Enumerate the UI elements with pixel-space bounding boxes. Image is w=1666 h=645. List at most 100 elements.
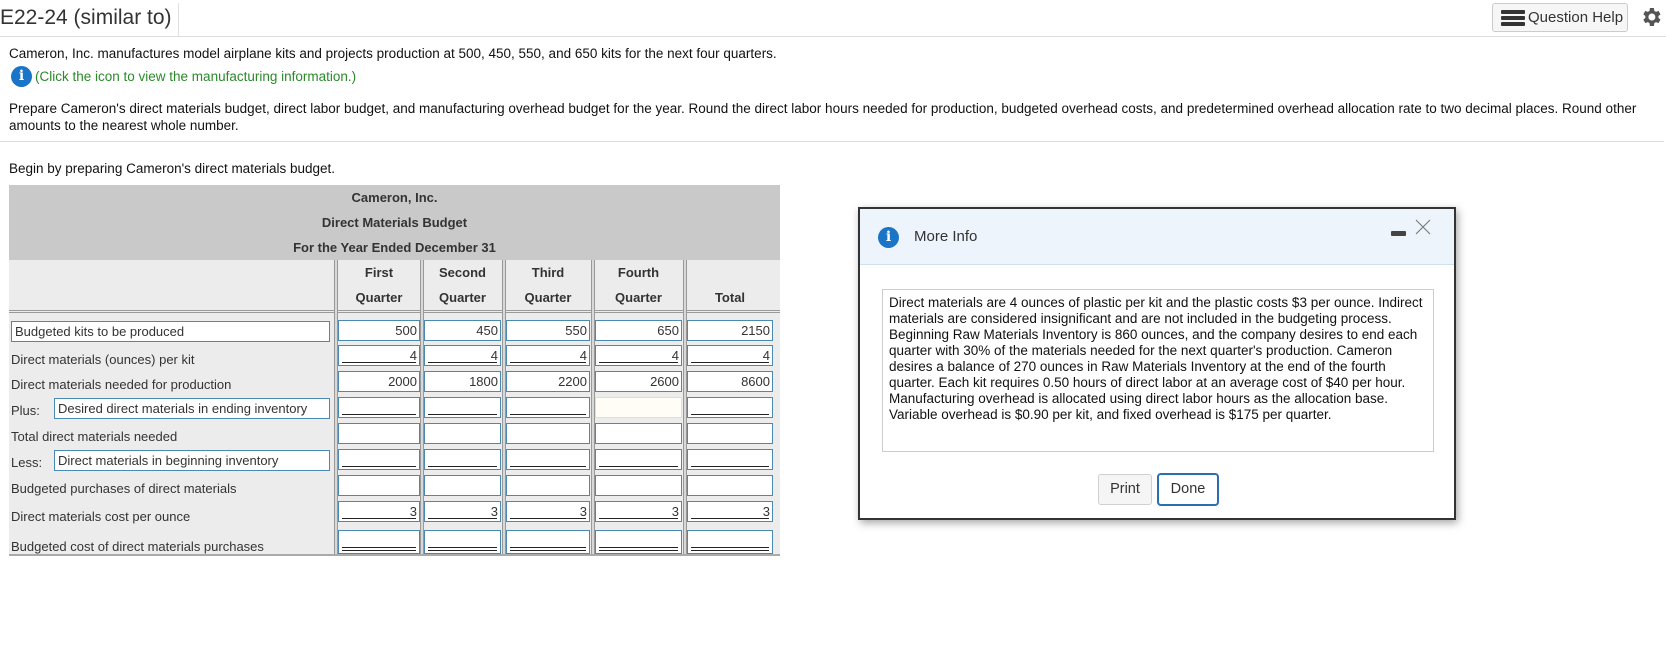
gear-icon[interactable] [1639,5,1663,29]
budget-cell-second-quarter[interactable]: 1800 [424,371,501,392]
cell-value: 3 [490,504,498,519]
column-header-third-quarter: Third Quarter [506,260,590,310]
budget-cell-first-quarter[interactable] [338,423,420,444]
budget-cell-fourth-quarter[interactable]: 3 [595,501,682,522]
info-icon[interactable]: i [11,66,32,87]
budget-header: Cameron, Inc. Direct Materials Budget Fo… [9,185,780,260]
single-underline [342,518,416,519]
double-underline [428,547,497,551]
budget-cell-total[interactable]: 8600 [687,371,773,392]
budget-cell-third-quarter[interactable] [506,423,590,444]
budget-cell-first-quarter[interactable]: 4 [338,345,420,366]
column-header-total: Total [687,260,773,310]
dialog-body-text: Direct materials are 4 ounces of plastic… [882,289,1434,452]
begin-prompt: Begin by preparing Cameron's direct mate… [9,161,335,176]
budget-cell-third-quarter[interactable]: 4 [506,345,590,366]
column-header-line2: Total [714,290,746,305]
budget-cell-total[interactable] [687,397,773,418]
budget-cell-total[interactable] [687,530,773,554]
question-help-button[interactable]: Question Help [1492,3,1628,32]
budget-cell-first-quarter[interactable]: 3 [338,501,420,522]
budget-cell-fourth-quarter[interactable] [595,475,682,496]
row-label: Direct materials (ounces) per kit [11,352,195,367]
cell-value: 4 [762,348,770,363]
budget-cell-fourth-quarter[interactable] [595,530,682,554]
budget-cell-total[interactable] [687,423,773,444]
column-header-line2: Quarter [615,290,662,305]
minimize-button[interactable] [1391,231,1406,236]
budget-cell-second-quarter[interactable] [424,449,501,470]
column-header-line2: Quarter [439,290,486,305]
cell-value: 8600 [741,374,770,389]
budget-cell-total[interactable]: 2150 [687,320,773,341]
budget-cell-first-quarter[interactable] [338,530,420,554]
budget-cell-first-quarter[interactable]: 2000 [338,371,420,392]
single-underline [342,466,416,467]
cell-value: 4 [579,348,587,363]
single-underline [691,466,769,467]
budget-cell-fourth-quarter[interactable] [595,449,682,470]
manufacturing-info-link[interactable]: i (Click the icon to view the manufactur… [11,66,356,87]
single-underline [691,362,769,363]
row-label: Direct materials needed for production [11,377,232,392]
close-icon[interactable] [1413,217,1433,237]
budget-cell-second-quarter[interactable] [424,475,501,496]
budget-cell-second-quarter[interactable] [424,397,501,418]
budget-cell-total[interactable]: 3 [687,501,773,522]
budget-cell-second-quarter[interactable]: 4 [424,345,501,366]
cell-value: 2200 [558,374,587,389]
print-button[interactable]: Print [1098,474,1152,505]
budget-cell-first-quarter[interactable]: 500 [338,320,420,341]
column-header-line1 [687,260,773,285]
cell-value: 3 [409,504,417,519]
budget-cell-second-quarter[interactable]: 450 [424,320,501,341]
row-label-input[interactable]: Desired direct materials in ending inven… [54,398,330,419]
budget-cell-total[interactable] [687,475,773,496]
budget-cell-second-quarter[interactable] [424,530,501,554]
single-underline [428,466,497,467]
budget-cell-total[interactable]: 4 [687,345,773,366]
budget-cell-first-quarter[interactable] [338,397,420,418]
direct-materials-budget: Cameron, Inc. Direct Materials Budget Fo… [9,185,780,556]
budget-title: Direct Materials Budget [321,215,468,230]
done-button[interactable]: Done [1157,473,1219,506]
list-icon [1501,9,1525,27]
column-header-line2: Quarter [524,290,572,305]
budget-cell-second-quarter[interactable] [424,423,501,444]
info-link-text[interactable]: (Click the icon to view the manufacturin… [35,69,356,84]
column-header-fourth-quarter: Fourth Quarter [595,260,682,310]
row-label: Budgeted purchases of direct materials [11,481,237,496]
double-underline [599,547,678,551]
budget-cell-fourth-quarter[interactable] [595,397,682,418]
budget-cell-first-quarter[interactable] [338,475,420,496]
budget-cell-fourth-quarter[interactable]: 650 [595,320,682,341]
budget-cell-third-quarter[interactable]: 3 [506,501,590,522]
budget-cell-fourth-quarter[interactable]: 4 [595,345,682,366]
question-help-label: Question Help [1528,9,1624,26]
budget-cell-third-quarter[interactable] [506,397,590,418]
row-label-input[interactable]: Budgeted kits to be produced [11,321,330,342]
single-underline [599,362,678,363]
single-underline [510,414,586,415]
single-underline [510,518,586,519]
cell-value: 1800 [469,374,498,389]
single-underline [428,414,497,415]
budget-cell-third-quarter[interactable]: 2200 [506,371,590,392]
budget-cell-fourth-quarter[interactable] [595,423,682,444]
budget-cell-second-quarter[interactable]: 3 [424,501,501,522]
cell-value: 4 [409,348,417,363]
single-underline [599,466,678,467]
info-icon: i [878,227,899,248]
budget-cell-third-quarter[interactable]: 550 [506,320,590,341]
budget-cell-first-quarter[interactable] [338,449,420,470]
budget-cell-fourth-quarter[interactable]: 2600 [595,371,682,392]
budget-cell-total[interactable] [687,449,773,470]
budget-cell-third-quarter[interactable] [506,475,590,496]
budget-period: For the Year Ended December 31 [293,240,496,255]
budget-cell-third-quarter[interactable] [506,530,590,554]
divider [0,141,1664,142]
row-label-input[interactable]: Direct materials in beginning inventory [54,450,330,471]
budget-cell-third-quarter[interactable] [506,449,590,470]
budget-grid: First Quarter Second Quarter Third Quarter Fou… [9,260,780,556]
row-prefix: Plus: [11,403,40,418]
